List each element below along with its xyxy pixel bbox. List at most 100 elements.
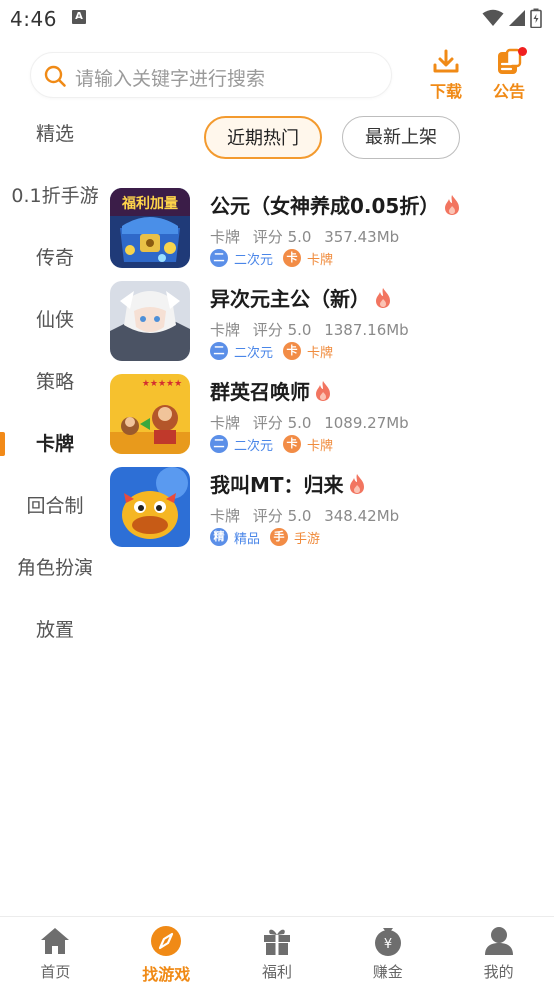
game-category: 卡牌 xyxy=(210,414,241,432)
tag-label: 二次元 xyxy=(234,345,274,361)
game-title-text: 我叫MT：归来 xyxy=(210,473,344,497)
sidebar-item-card[interactable]: 卡牌 xyxy=(0,424,110,464)
nav-profile[interactable]: 我的 xyxy=(443,917,554,984)
nav-label: 找游戏 xyxy=(142,965,191,984)
svg-text:¥: ¥ xyxy=(384,937,392,952)
download-label: 下载 xyxy=(429,82,462,101)
game-tag: 手手游 xyxy=(270,528,320,547)
tag-glyph: 卡 xyxy=(283,249,302,267)
sidebar-item-jingxuan[interactable]: 精选 xyxy=(0,114,110,154)
tag-label: 卡牌 xyxy=(307,252,334,268)
tab-newest[interactable]: 最新上架 xyxy=(342,116,460,159)
money-bag-icon: ¥ xyxy=(374,928,401,956)
game-title: 公元（女神养成0.05折） xyxy=(210,190,461,219)
nav-label: 首页 xyxy=(40,963,71,981)
tab-recent-hot[interactable]: 近期热门 xyxy=(204,116,322,159)
game-size: 1387.16Mb xyxy=(324,321,409,339)
wifi-icon xyxy=(482,9,504,26)
game-icon: 福利加量 xyxy=(110,188,190,268)
sidebar-item-xianxia[interactable]: 仙侠 xyxy=(0,300,110,340)
search-icon xyxy=(44,65,66,87)
game-list-item[interactable]: 我叫MT：归来 卡牌 评分 5.0 348.42Mb 精精品 手手游 xyxy=(110,467,554,551)
game-icon xyxy=(110,281,190,361)
game-list-item[interactable]: 异次元主公（新） 卡牌 评分 5.0 1387.16Mb 二二次元 卡卡牌 xyxy=(110,281,554,365)
game-tag: 二二次元 xyxy=(210,435,273,454)
status-icons xyxy=(482,8,542,28)
nav-home[interactable]: 首页 xyxy=(0,917,111,984)
svg-text:★★★★★: ★★★★★ xyxy=(142,379,182,389)
tag-glyph: 精 xyxy=(210,528,228,546)
game-list-item[interactable]: ★★★★★ 群英召唤师 卡牌 评分 5.0 1089.27Mb 二二次元 卡卡牌 xyxy=(110,374,554,458)
tag-glyph: 二 xyxy=(210,249,228,267)
home-icon xyxy=(41,928,70,954)
game-icon: ★★★★★ xyxy=(110,374,190,454)
bottom-nav: 首页 找游戏 福利 ¥ 赚金 我的 xyxy=(0,916,554,984)
nav-benefits[interactable]: 福利 xyxy=(222,917,333,984)
nav-label: 我的 xyxy=(483,963,514,981)
game-tags: 二二次元 卡卡牌 xyxy=(210,248,343,268)
game-meta: 卡牌 评分 5.0 1387.16Mb xyxy=(210,319,417,340)
sidebar-item-strategy[interactable]: 策略 xyxy=(0,362,110,402)
hot-flame-icon xyxy=(376,287,390,308)
game-tags: 精精品 手手游 xyxy=(210,527,330,547)
game-tags: 二二次元 卡卡牌 xyxy=(210,341,343,361)
notification-app-icon: A xyxy=(72,10,86,24)
game-title-text: 群英召唤师 xyxy=(210,380,310,404)
game-title-text: 公元（女神养成0.05折） xyxy=(210,194,440,218)
nav-label: 福利 xyxy=(261,963,292,981)
nav-earn[interactable]: ¥ 赚金 xyxy=(332,917,443,984)
tag-glyph: 卡 xyxy=(283,342,302,360)
user-icon xyxy=(484,927,513,955)
download-icon xyxy=(433,49,459,73)
tag-label: 卡牌 xyxy=(307,438,334,454)
game-rating: 评分 5.0 xyxy=(252,507,312,525)
tag-glyph: 手 xyxy=(270,528,289,546)
tag-label: 二次元 xyxy=(234,438,274,454)
tag-label: 手游 xyxy=(294,531,321,547)
notice-label: 公告 xyxy=(492,82,525,101)
game-tag: 精精品 xyxy=(210,528,260,547)
download-button[interactable]: 下载 xyxy=(423,48,469,102)
game-meta: 卡牌 评分 5.0 1089.27Mb xyxy=(210,412,417,433)
game-meta: 卡牌 评分 5.0 357.43Mb xyxy=(210,226,407,247)
signal-icon xyxy=(509,10,525,26)
game-title: 我叫MT：归来 xyxy=(210,469,366,498)
game-rating: 评分 5.0 xyxy=(252,321,312,339)
game-size: 348.42Mb xyxy=(324,507,400,525)
compass-icon xyxy=(151,926,182,956)
active-category-indicator xyxy=(0,432,5,456)
sidebar-item-idle[interactable]: 放置 xyxy=(0,610,110,650)
game-category: 卡牌 xyxy=(210,228,241,246)
game-tag: 卡卡牌 xyxy=(283,249,333,268)
game-size: 357.43Mb xyxy=(324,228,400,246)
game-list-item[interactable]: 福利加量 公元（女神养成0.05折） 卡牌 评分 5.0 357.43Mb 二二… xyxy=(110,188,554,272)
game-title: 群英召唤师 xyxy=(210,376,332,405)
search-placeholder: 请输入关键字进行搜索 xyxy=(75,68,266,90)
notice-badge xyxy=(518,47,527,56)
notice-button[interactable]: 公告 xyxy=(486,47,532,102)
game-size: 1089.27Mb xyxy=(324,414,409,432)
hot-flame-icon xyxy=(445,194,460,215)
game-tags: 二二次元 卡卡牌 xyxy=(210,434,343,454)
tag-glyph: 二 xyxy=(210,342,228,360)
gift-icon xyxy=(263,929,290,955)
tag-glyph: 二 xyxy=(210,435,228,453)
nav-label: 赚金 xyxy=(372,963,403,981)
search-bar[interactable]: 请输入关键字进行搜索 xyxy=(30,52,392,98)
nav-find-games[interactable]: 找游戏 xyxy=(111,917,222,984)
status-time: 4:46 xyxy=(10,7,57,31)
game-tag: 卡卡牌 xyxy=(283,435,333,454)
game-title: 异次元主公（新） xyxy=(210,283,392,312)
game-rating: 评分 5.0 xyxy=(252,414,312,432)
sidebar-item-turn-based[interactable]: 回合制 xyxy=(0,486,110,526)
game-category: 卡牌 xyxy=(210,507,241,525)
sidebar-item-legend[interactable]: 传奇 xyxy=(0,238,110,278)
sidebar-item-rpg[interactable]: 角色扮演 xyxy=(0,548,110,588)
game-tag: 卡卡牌 xyxy=(283,342,333,361)
sidebar-item-discount[interactable]: 0.1折手游 xyxy=(0,176,110,216)
game-tag: 二二次元 xyxy=(210,249,273,268)
hot-flame-icon xyxy=(316,380,330,401)
tag-label: 精品 xyxy=(234,531,261,547)
game-rating: 评分 5.0 xyxy=(252,228,312,246)
hot-flame-icon xyxy=(349,473,364,494)
